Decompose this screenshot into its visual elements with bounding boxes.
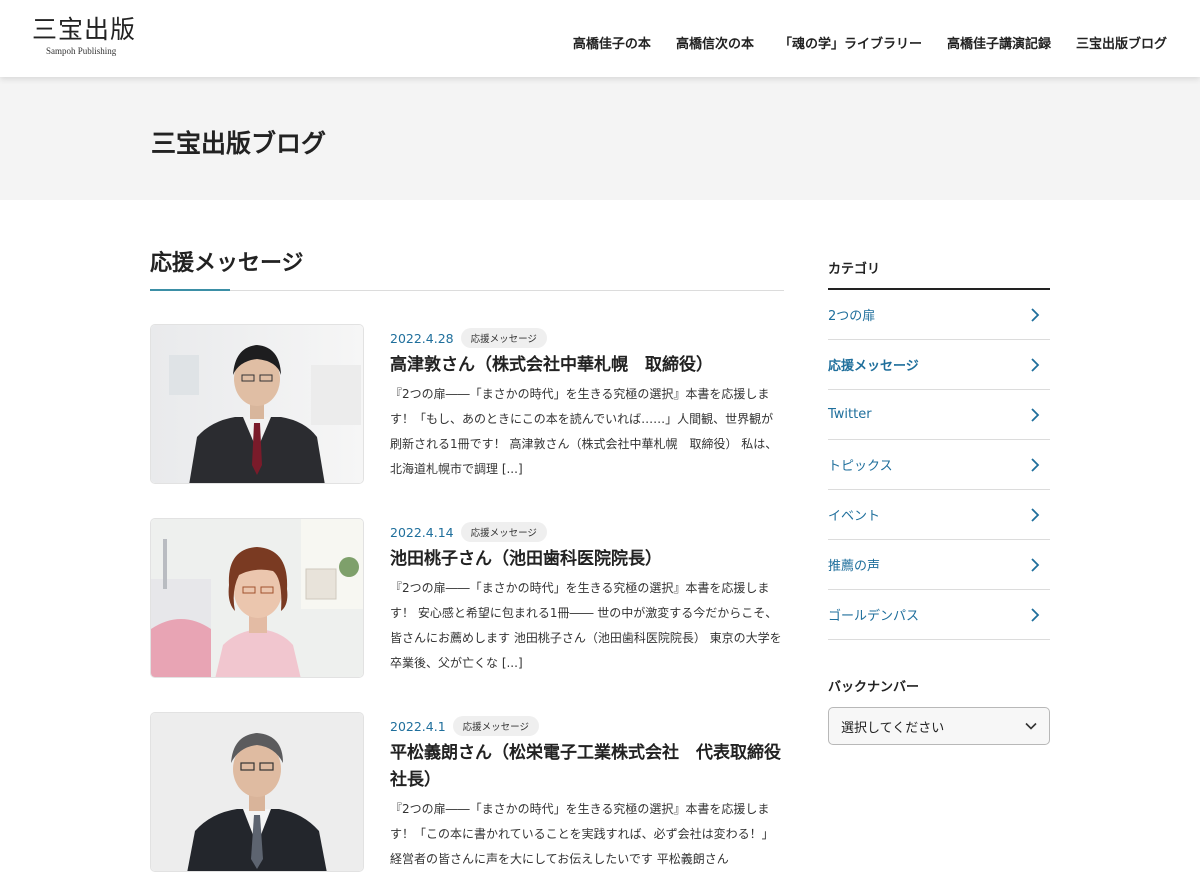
section-divider xyxy=(150,290,784,291)
archive-heading: バックナンバー xyxy=(828,680,920,695)
sidebar-item-label: 2つの扉 xyxy=(828,309,876,324)
sidebar-item-label: イベント xyxy=(828,509,881,524)
post-date: 2022.4.1 xyxy=(390,718,446,734)
category-badge[interactable]: 応援メッセージ xyxy=(452,716,539,736)
site-logo[interactable]: 三宝出版 Sampoh Publishing xyxy=(32,14,152,56)
post-thumbnail[interactable] xyxy=(150,518,364,678)
chevron-right-icon xyxy=(1031,507,1040,522)
post-excerpt: 『2つの扉――「まさかの時代」を生きる究極の選択』本書を応援します！「この本に書… xyxy=(390,802,774,866)
chevron-right-icon xyxy=(1031,557,1040,572)
post-card: 2022.4.14 応援メッセージ 池田桃子さん（池田歯科医院院長） 『2つの扉… xyxy=(150,518,784,678)
global-nav: 高橋佳子の本 高橋信次の本 「魂の学」ライブラリー 高橋佳子講演記録 三宝出版ブ… xyxy=(548,33,1167,52)
archive-select[interactable]: 選択してください xyxy=(828,707,1050,745)
chevron-right-icon xyxy=(1031,457,1040,472)
nav-item-takahashi-shinji-books[interactable]: 高橋信次の本 xyxy=(676,33,754,52)
archive-select-value: 選択してください xyxy=(841,720,945,736)
chevron-down-icon xyxy=(1025,722,1037,730)
category-badge[interactable]: 応援メッセージ xyxy=(460,328,547,348)
post-excerpt: 『2つの扉――「まさかの時代」を生きる究極の選択』本書を応援します！ 安心感と希… xyxy=(390,581,782,670)
sidebar-item-label: 推薦の声 xyxy=(828,559,881,574)
post-excerpt: 『2つの扉――「まさかの時代」を生きる究極の選択』本書を応援します！「もし、あの… xyxy=(390,387,778,476)
chevron-right-icon xyxy=(1031,307,1040,322)
nav-item-takahashi-keiko-books[interactable]: 高橋佳子の本 xyxy=(573,33,651,52)
sidebar-item-twitter[interactable]: Twitter xyxy=(828,390,1050,440)
site-header: 三宝出版 Sampoh Publishing 高橋佳子の本 高橋信次の本 「魂の… xyxy=(0,0,1200,77)
sidebar-item-ouen-message[interactable]: 応援メッセージ xyxy=(828,340,1050,390)
page-title: 三宝出版ブログ xyxy=(151,129,327,158)
chevron-right-icon xyxy=(1031,607,1040,622)
sidebar-item-topics[interactable]: トピックス xyxy=(828,440,1050,490)
nav-item-lecture-records[interactable]: 高橋佳子講演記録 xyxy=(947,33,1051,52)
sidebar-item-golden-path[interactable]: ゴールデンパス xyxy=(828,590,1050,640)
post-title-link[interactable]: 高津敦さん（株式会社中華札幌 取締役） xyxy=(390,352,784,379)
category-list: 2つの扉 応援メッセージ Twitter トピックス イベント 推薦の声 ゴール… xyxy=(828,290,1050,640)
post-thumbnail[interactable] xyxy=(150,712,364,872)
post-date: 2022.4.28 xyxy=(390,330,454,346)
post-title-link[interactable]: 池田桃子さん（池田歯科医院院長） xyxy=(390,546,784,573)
section-title: 応援メッセージ xyxy=(150,251,304,276)
sidebar-item-event[interactable]: イベント xyxy=(828,490,1050,540)
category-heading: カテゴリ xyxy=(828,262,881,277)
logo-main-text: 三宝出版 xyxy=(32,15,137,44)
section-divider-accent xyxy=(150,289,230,291)
sidebar-item-recommendation[interactable]: 推薦の声 xyxy=(828,540,1050,590)
nav-item-blog[interactable]: 三宝出版ブログ xyxy=(1076,33,1167,52)
logo-sub-text: Sampoh Publishing xyxy=(46,46,117,56)
man-in-suit-photo xyxy=(151,325,363,483)
chevron-right-icon xyxy=(1031,407,1040,422)
post-date: 2022.4.14 xyxy=(390,524,454,540)
nav-item-library[interactable]: 「魂の学」ライブラリー xyxy=(779,33,922,52)
post-card: 2022.4.1 応援メッセージ 平松義朗さん（松栄電子工業株式会社 代表取締役… xyxy=(150,712,784,879)
sidebar-item-2tsunotobira[interactable]: 2つの扉 xyxy=(828,290,1050,340)
chevron-right-icon xyxy=(1031,357,1040,372)
sidebar-item-label: ゴールデンパス xyxy=(828,609,920,624)
page-title-band: 三宝出版ブログ xyxy=(0,77,1200,200)
woman-dentist-photo xyxy=(151,519,363,677)
category-badge[interactable]: 応援メッセージ xyxy=(460,522,547,542)
post-title-link[interactable]: 平松義朗さん（松栄電子工業株式会社 代表取締役社長） xyxy=(390,740,784,794)
sidebar-item-label: Twitter xyxy=(828,407,872,422)
sidebar-item-label: トピックス xyxy=(828,459,893,474)
sidebar-item-label: 応援メッセージ xyxy=(828,359,919,374)
post-thumbnail[interactable] xyxy=(150,324,364,484)
man-with-glasses-photo xyxy=(151,713,363,871)
post-card: 2022.4.28 応援メッセージ 高津敦さん（株式会社中華札幌 取締役） 『2… xyxy=(150,324,784,484)
